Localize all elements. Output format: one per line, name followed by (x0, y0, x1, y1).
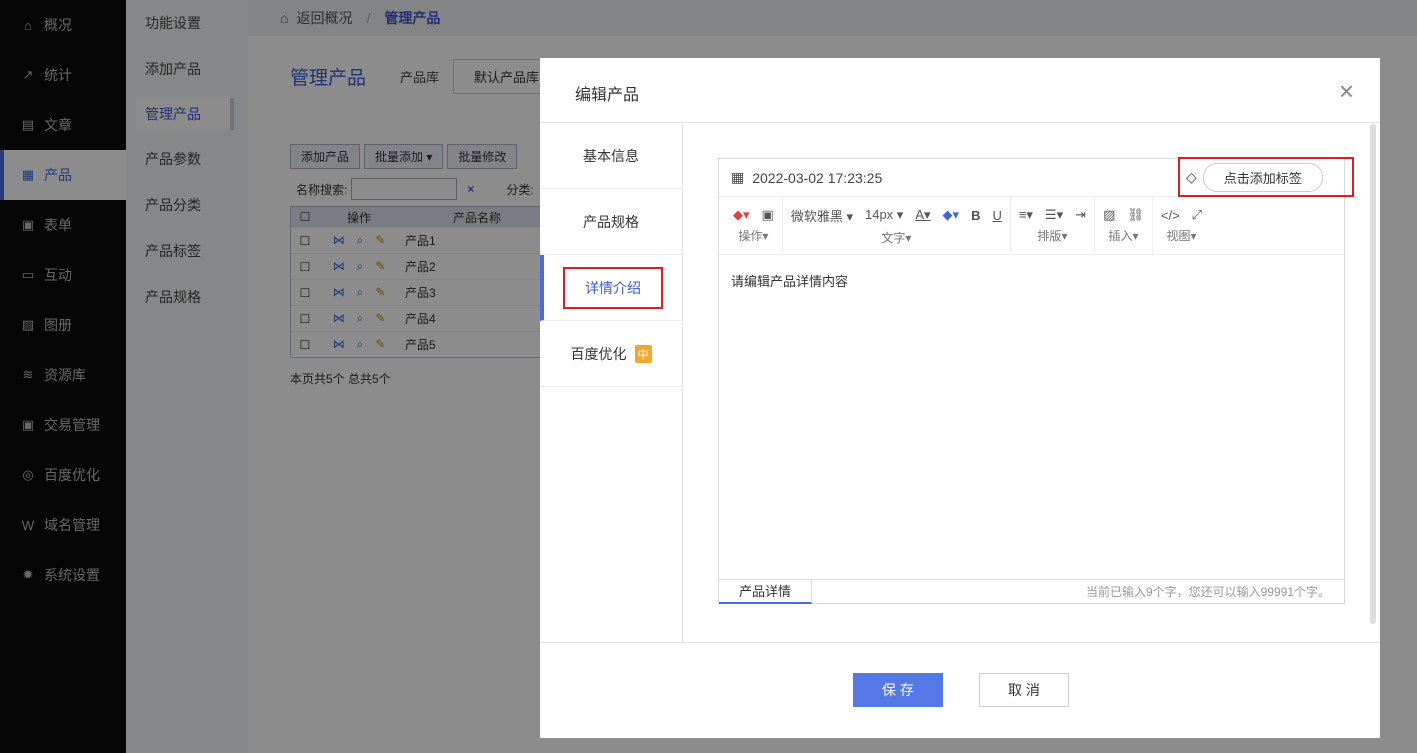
add-tag-button[interactable]: 点击添加标签 (1202, 162, 1323, 192)
group-label-view[interactable]: 视图▾ (1166, 227, 1196, 244)
dialog-footer-divider (540, 642, 1380, 643)
cancel-button[interactable]: 取 消 (979, 673, 1069, 707)
tag-icon: ◇ (1186, 168, 1197, 185)
dialog-tab-label: 百度优化 (570, 345, 627, 362)
font-color-icon[interactable]: A▾ (915, 207, 930, 223)
group-label-text[interactable]: 文字▾ (881, 229, 911, 246)
editor-toolbar: ◆▾ ▣ 操作▾ 微软雅黑 ▾ 14px ▾ A▾ ◆▾ B U 文字▾ ≡▾ … (719, 197, 1344, 255)
dialog-tab-1[interactable]: 产品规格 (540, 189, 682, 255)
underline-icon[interactable]: U (992, 208, 1001, 223)
publish-datetime[interactable]: 2022-03-02 17:23:25 (752, 170, 882, 186)
bold-icon[interactable]: B (971, 208, 980, 223)
list-icon[interactable]: ☰▾ (1045, 207, 1063, 223)
rich-text-editor: ▦ 2022-03-02 17:23:25 ◇ 点击添加标签 ◆▾ ▣ 操作▾ (718, 157, 1354, 604)
group-label-insert[interactable]: 插入▾ (1108, 227, 1138, 244)
toolbar-group-view: </> ⤢ 视图▾ (1153, 197, 1210, 254)
dialog-tab-0[interactable]: 基本信息 (540, 123, 682, 189)
calendar-icon: ▦ (731, 169, 745, 185)
toolbar-group-insert: ▨ ⛓ 插入▾ (1095, 197, 1153, 254)
font-family-select[interactable]: 微软雅黑 ▾ (791, 206, 853, 225)
eraser-icon[interactable]: ◆▾ (733, 207, 750, 223)
dialog-tab-label: 基本信息 (583, 147, 639, 164)
dialog-tab-2[interactable]: 详情介绍 (540, 255, 682, 321)
source-doc-icon[interactable]: ▣ (762, 207, 774, 223)
char-counter: 当前已输入9个字，您还可以输入99991个字。 (1085, 585, 1330, 599)
group-label-actions[interactable]: 操作▾ (738, 227, 768, 244)
group-label-layout[interactable]: 排版▾ (1037, 227, 1067, 244)
save-button[interactable]: 保 存 (853, 673, 943, 707)
image-icon[interactable]: ▨ (1103, 207, 1115, 223)
code-icon[interactable]: </> (1161, 208, 1180, 223)
font-size-select[interactable]: 14px ▾ (865, 207, 903, 223)
dialog-title: 编辑产品 (575, 87, 640, 104)
link-icon[interactable]: ⛓ (1127, 207, 1144, 223)
editor-meta-row: ▦ 2022-03-02 17:23:25 ◇ 点击添加标签 (719, 157, 1354, 197)
dialog-tab-3[interactable]: 百度优化中 (540, 321, 682, 387)
close-icon[interactable]: × (1339, 76, 1354, 107)
tag-highlight-box: ◇ 点击添加标签 (1178, 157, 1354, 197)
edit-product-dialog: 编辑产品 × 基本信息产品规格详情介绍百度优化中 ▦ 2022-03-02 17… (540, 58, 1380, 738)
dialog-tab-list: 基本信息产品规格详情介绍百度优化中 (540, 123, 683, 643)
editor-tab-product-detail[interactable]: 产品详情 (719, 579, 813, 604)
toolbar-group-text: 微软雅黑 ▾ 14px ▾ A▾ ◆▾ B U 文字▾ (783, 197, 1011, 254)
app: ⌂ 概况 ↗ 统计 ▤ 文章 ▦ 产品 ▣ 表单 ▭ 互动 ▨ 图册 ≋ 资源库 ▣ 交易管理 ◎ 百度优化 W 域名管理… (0, 0, 1417, 753)
tab-badge: 中 (634, 344, 652, 363)
dialog-tab-label: 详情介绍 (563, 266, 663, 309)
fullscreen-icon[interactable]: ⤢ (1192, 207, 1202, 223)
align-icon[interactable]: ≡▾ (1019, 207, 1033, 223)
fill-color-icon[interactable]: ◆▾ (943, 207, 960, 223)
editor-content-area[interactable]: 请编辑产品详情内容 (719, 255, 1344, 567)
dialog-scrollbar[interactable] (1370, 124, 1376, 624)
dialog-tab-label: 产品规格 (583, 213, 639, 230)
indent-icon[interactable]: ⇥ (1075, 207, 1086, 223)
toolbar-group-actions: ◆▾ ▣ 操作▾ (725, 197, 783, 254)
toolbar-group-layout: ≡▾ ☰▾ ⇥ 排版▾ (1011, 197, 1096, 254)
editor-footer: 产品详情 当前已输入9个字，您还可以输入99991个字。 (719, 579, 1344, 604)
